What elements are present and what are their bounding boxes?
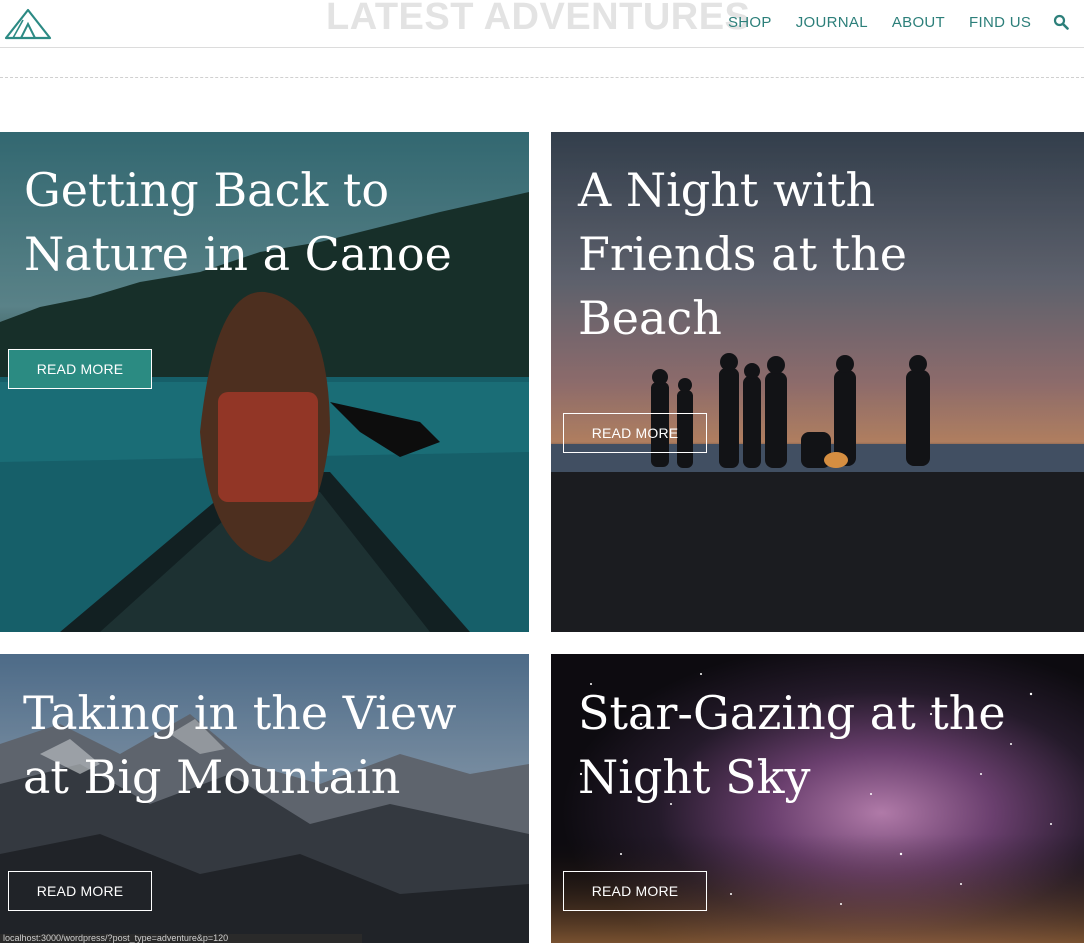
card-title: Getting Back to Nature in a Canoe xyxy=(24,163,452,281)
nav-about[interactable]: ABOUT xyxy=(892,14,945,31)
main-nav: SHOP JOURNAL ABOUT FIND US xyxy=(728,14,1069,31)
adventure-card-beach[interactable]: A Night with Friends at the Beach READ M… xyxy=(551,132,1084,632)
page-title: LATEST ADVENTURES xyxy=(326,0,751,38)
read-more-button[interactable]: READ MORE xyxy=(8,871,152,911)
adventure-card-canoe[interactable]: Getting Back to Nature in a Canoe READ M… xyxy=(0,132,529,632)
adventure-card-mountain[interactable]: Taking in the View at Big Mountain READ … xyxy=(0,654,529,943)
read-more-button[interactable]: READ MORE xyxy=(563,871,707,911)
card-title: A Night with Friends at the Beach xyxy=(578,163,908,345)
card-title: Taking in the View at Big Mountain xyxy=(23,686,457,804)
read-more-button[interactable]: READ MORE xyxy=(8,349,152,389)
adventure-card-night-sky[interactable]: Star-Gazing at the Night Sky READ MORE xyxy=(551,654,1084,943)
search-icon[interactable] xyxy=(1053,14,1069,30)
site-header: LATEST ADVENTURES SHOP JOURNAL ABOUT FIN… xyxy=(0,0,1084,48)
read-more-button[interactable]: READ MORE xyxy=(563,413,707,453)
nav-journal[interactable]: JOURNAL xyxy=(796,14,868,31)
browser-status-bar: localhost:3000/wordpress/?post_type=adve… xyxy=(0,934,362,943)
nav-shop[interactable]: SHOP xyxy=(728,14,772,31)
tent-icon[interactable] xyxy=(4,6,52,40)
nav-find-us[interactable]: FIND US xyxy=(969,14,1031,31)
card-title: Star-Gazing at the Night Sky xyxy=(578,686,1006,804)
section-divider xyxy=(0,77,1084,78)
